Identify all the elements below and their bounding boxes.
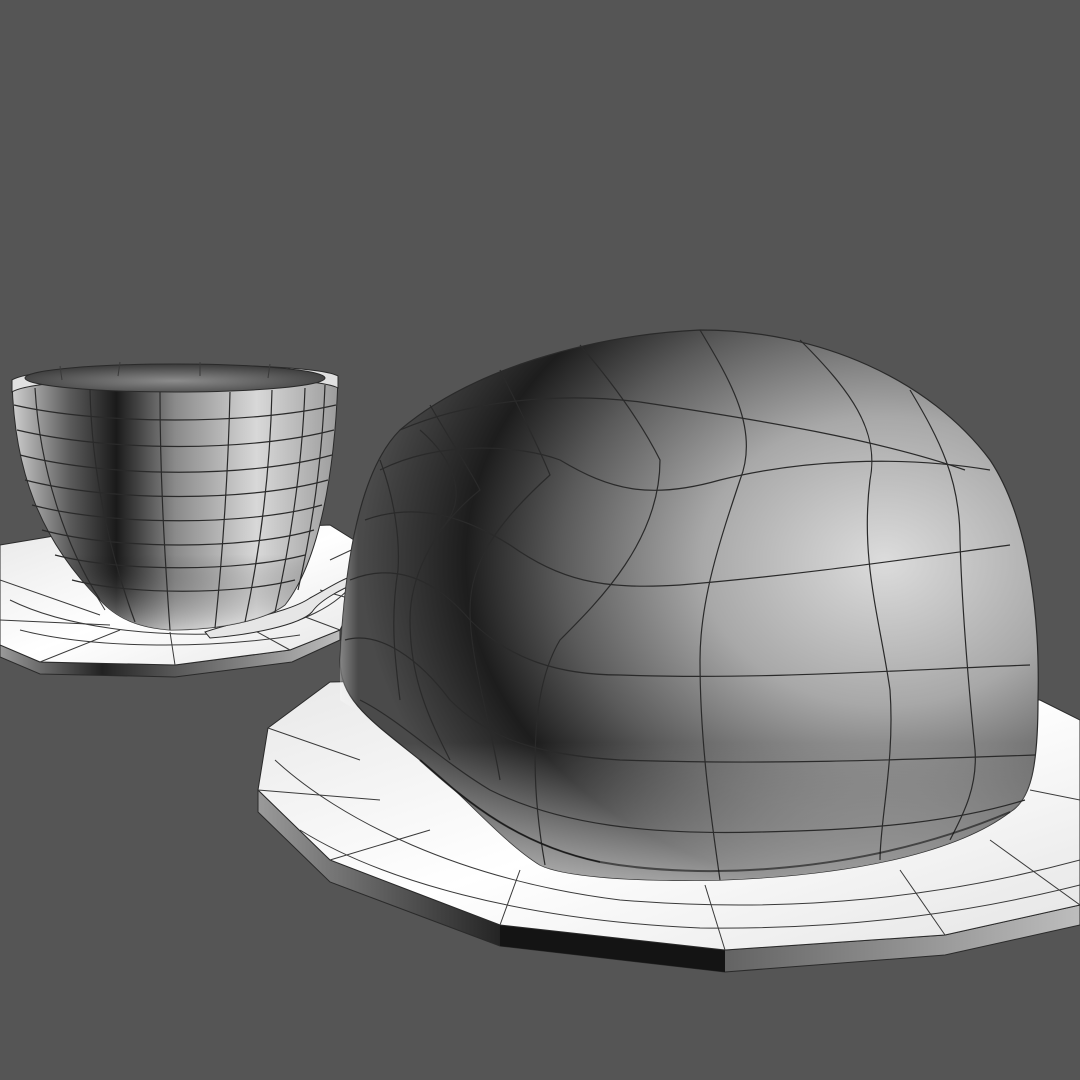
scene-canvas (0, 329, 1080, 973)
cup-opening (24, 363, 326, 393)
3d-viewport[interactable] (0, 0, 1080, 1080)
inverted-cup-dome-on-saucer[interactable] (257, 329, 1080, 973)
teacup-with-saucer[interactable] (0, 361, 363, 678)
